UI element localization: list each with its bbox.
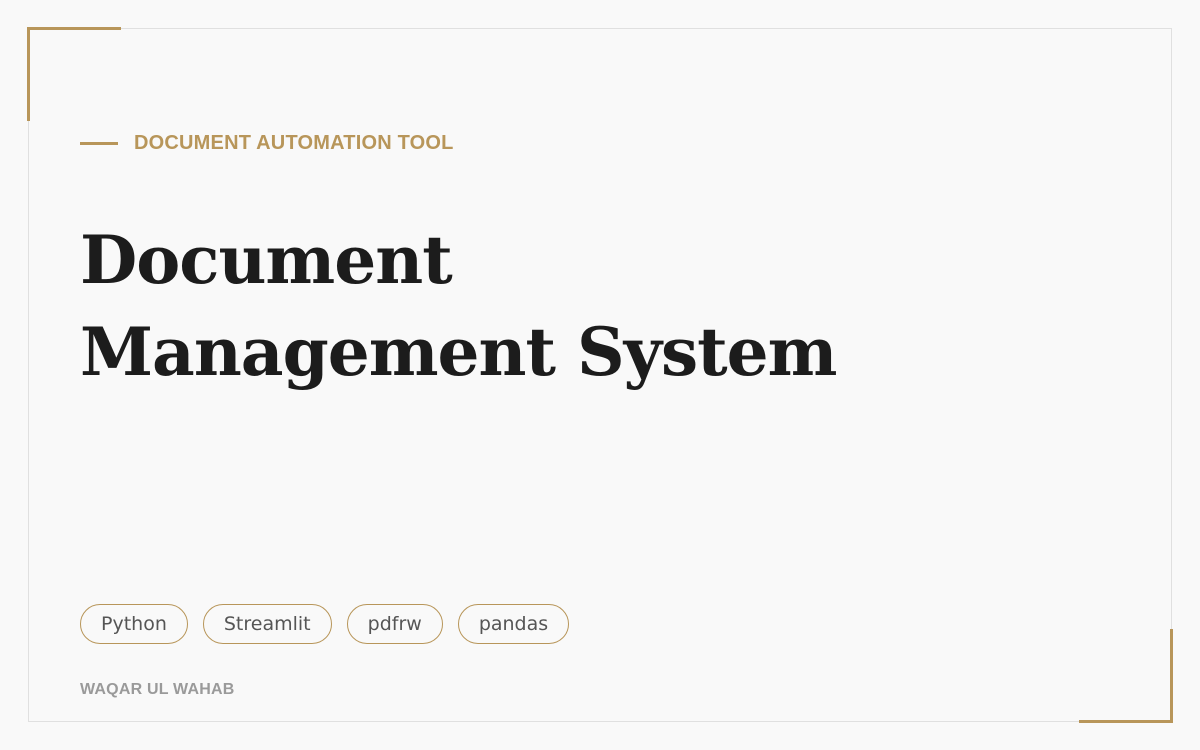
corner-accent-bottom-right: [1079, 629, 1173, 723]
tag-python: Python: [80, 604, 188, 644]
title-line-2: Management System: [80, 313, 837, 391]
tag-list: Python Streamlit pdfrw pandas: [80, 604, 570, 644]
tag-pdfrw: pdfrw: [346, 604, 443, 644]
author-name: WAQAR UL WAHAB: [80, 681, 235, 698]
eyebrow-text: DOCUMENT AUTOMATION TOOL: [134, 131, 454, 154]
eyebrow: DOCUMENT AUTOMATION TOOL: [80, 131, 454, 155]
corner-accent-top-left: [27, 27, 121, 121]
title-line-1: Document: [80, 221, 453, 299]
tag-pandas: pandas: [457, 604, 570, 644]
page-title: Document Management System: [80, 214, 837, 398]
eyebrow-rule: [80, 141, 118, 145]
tag-streamlit: Streamlit: [202, 604, 332, 644]
